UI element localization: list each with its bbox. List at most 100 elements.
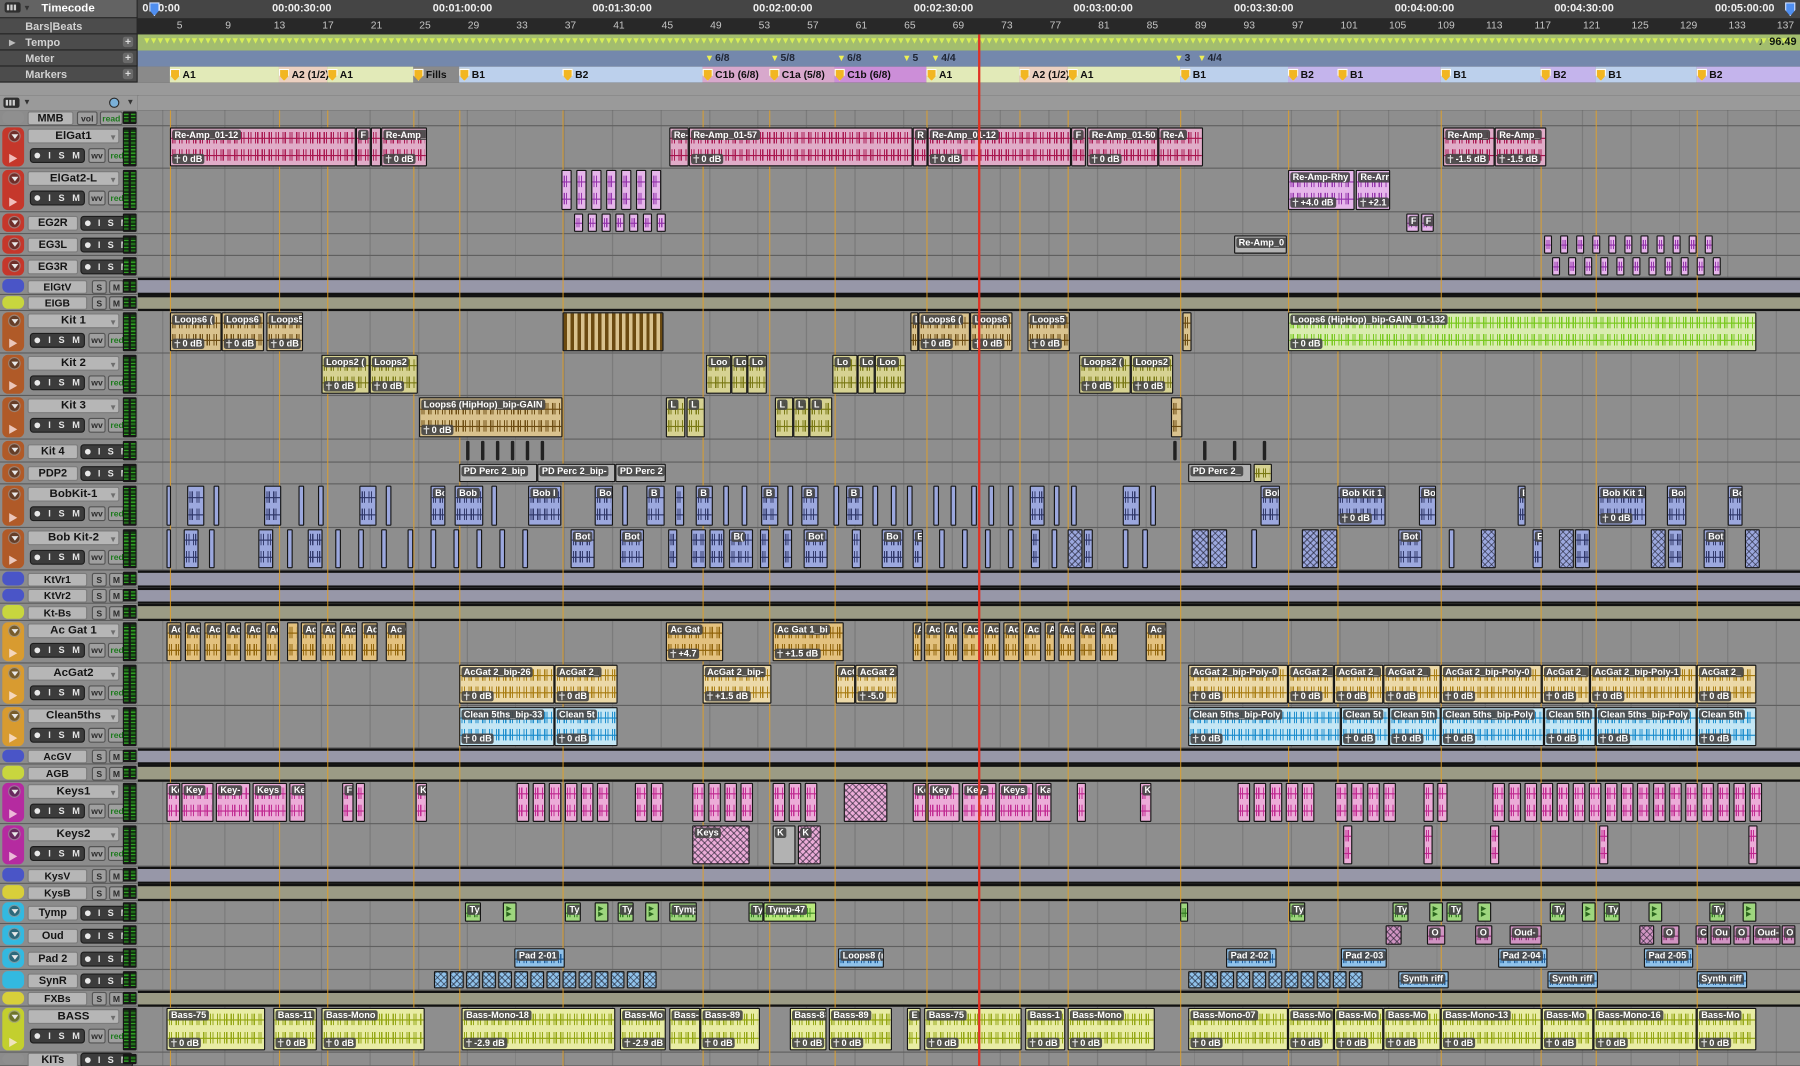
audio-clip[interactable] — [773, 783, 786, 822]
audio-clip[interactable]: Bo — [882, 529, 904, 568]
audio-clip[interactable]: Ac ( — [340, 622, 357, 661]
audio-clip[interactable] — [184, 529, 199, 568]
audio-clip[interactable] — [526, 441, 529, 461]
track-lane[interactable]: Pad 2-01Loops8 (rPad 2-02Pad 2-03Pad 2-0… — [138, 947, 1800, 970]
track-play-icon[interactable] — [9, 734, 17, 743]
audio-clip[interactable]: Bass-Mo0 dB — [1334, 1008, 1383, 1050]
audio-clip[interactable]: Bo — [595, 486, 613, 526]
audio-clip[interactable]: Key — [928, 783, 960, 822]
audio-clip[interactable]: ▶▶ — [595, 902, 609, 922]
audio-clip[interactable]: Loops8 (r — [838, 948, 884, 968]
audio-clip[interactable]: Re-Amp_0 — [1234, 235, 1287, 253]
track-lane[interactable]: KeKeyKey-KeysKeFKKeKeyKey-KeysKaK — [138, 782, 1800, 824]
audio-clip[interactable] — [264, 486, 281, 526]
track-lane[interactable]: Loops2 (0 dBLoops20 dBLooLoLoLoLoLooLoop… — [138, 354, 1800, 396]
audio-clip[interactable] — [1071, 486, 1077, 526]
record-enable-button[interactable] — [85, 242, 91, 248]
audio-clip[interactable] — [1490, 825, 1499, 864]
record-enable-button[interactable] — [35, 690, 41, 696]
audio-clip[interactable]: B( — [729, 529, 753, 568]
mute-button[interactable]: M — [72, 335, 80, 345]
audio-clip[interactable]: Bass-10 dB — [1025, 1008, 1065, 1050]
audio-clip[interactable] — [1640, 235, 1648, 253]
audio-clip[interactable]: AcGat 2-5.0 — [855, 665, 897, 704]
audio-clip[interactable] — [476, 529, 482, 568]
audio-clip[interactable]: Bass-Mo-2.9 dB — [620, 1008, 666, 1050]
solo-button[interactable]: S — [108, 953, 114, 963]
audio-clip[interactable] — [1123, 486, 1140, 526]
audio-clip[interactable]: Synth riff — [1697, 971, 1748, 988]
audio-clip[interactable] — [1749, 783, 1762, 822]
audio-clip[interactable] — [891, 486, 897, 526]
audio-clip[interactable] — [1616, 257, 1624, 275]
track-name[interactable]: FXBs — [28, 992, 88, 1006]
audio-clip[interactable]: F — [1406, 214, 1419, 232]
audio-clip[interactable] — [1343, 825, 1352, 864]
audio-clip[interactable]: Bot — [1398, 529, 1422, 568]
audio-clip[interactable]: L — [910, 312, 918, 351]
audio-clip[interactable]: Bot — [620, 529, 644, 568]
waveform-view-button[interactable]: wv — [88, 506, 105, 521]
audio-clip[interactable] — [1544, 235, 1552, 253]
track-name[interactable]: Kit 3▼ — [28, 398, 120, 413]
audio-clip[interactable] — [760, 529, 769, 568]
track-lane[interactable]: Re-Amp-Rhy+4.0 dBRe-Arr+2.1 — [138, 169, 1800, 213]
audio-clip[interactable]: L — [793, 397, 809, 437]
audio-clip[interactable] — [1286, 783, 1299, 822]
track-name[interactable]: Kt-Bs — [28, 606, 88, 620]
audio-clip[interactable] — [1233, 441, 1236, 461]
audio-clip[interactable]: Lo — [747, 355, 767, 394]
audio-clip[interactable]: Re-A — [1158, 127, 1203, 166]
track-name[interactable]: ElGat2-L▼ — [28, 171, 120, 186]
audio-clip[interactable] — [1624, 235, 1632, 253]
audio-clip[interactable] — [1008, 529, 1014, 568]
audio-clip[interactable]: E — [907, 1008, 921, 1050]
track-name[interactable]: AcGV — [28, 750, 88, 764]
input-monitor-button[interactable]: I — [98, 240, 101, 250]
audio-clip[interactable] — [708, 783, 721, 822]
audio-clip[interactable]: Synth riff — [1547, 971, 1598, 988]
input-monitor-button[interactable]: I — [48, 509, 51, 519]
track-lane[interactable] — [138, 295, 1800, 311]
audio-clip[interactable]: Bo — [1419, 486, 1436, 526]
record-enable-button[interactable] — [35, 422, 41, 428]
audio-clip[interactable] — [833, 486, 839, 526]
record-enable-button[interactable] — [35, 380, 41, 386]
track-name[interactable]: BASS▼ — [28, 1009, 120, 1024]
audio-clip[interactable] — [1568, 257, 1576, 275]
audio-clip[interactable] — [187, 486, 204, 526]
add-marker-button[interactable]: + — [123, 69, 133, 79]
audio-clip[interactable] — [1705, 235, 1713, 253]
track-options-button[interactable] — [8, 357, 21, 370]
track-options-button[interactable] — [8, 172, 21, 185]
marker-flag[interactable]: B2 — [1697, 68, 1723, 82]
solo-button[interactable]: S — [108, 218, 114, 228]
solo-button[interactable]: S — [108, 930, 114, 940]
audio-clip[interactable]: Loo — [875, 355, 906, 394]
audio-clip[interactable]: AcGat 2_0 dB — [554, 665, 617, 704]
audio-clip[interactable]: Bo — [430, 486, 445, 526]
audio-clip[interactable]: F — [356, 127, 371, 166]
audio-clip[interactable]: Ac Gat+4.7 — [666, 622, 723, 661]
audio-clip[interactable] — [709, 529, 724, 568]
solo-button[interactable]: S — [92, 766, 107, 780]
record-enable-button[interactable] — [35, 153, 41, 159]
mute-button[interactable]: M — [72, 420, 80, 430]
audio-clip[interactable]: AcGat 2_bip-260 dB — [459, 665, 554, 704]
audio-clip[interactable] — [498, 971, 512, 988]
track-view-dropdown-icon[interactable]: ▼ — [109, 402, 117, 413]
audio-clip[interactable] — [1031, 529, 1040, 568]
audio-clip[interactable]: L — [686, 397, 704, 437]
audio-clip[interactable]: B — [801, 486, 818, 526]
marker-flag[interactable]: A1 — [1068, 68, 1094, 82]
audio-clip[interactable] — [1541, 783, 1554, 822]
audio-clip[interactable]: Bass-Mo0 dB — [1697, 1008, 1757, 1050]
audio-clip[interactable]: Re-Amp_-1.5 dB — [1443, 127, 1495, 166]
solo-button[interactable]: S — [108, 1054, 114, 1064]
audio-clip[interactable] — [1333, 971, 1347, 988]
audio-clip[interactable] — [962, 529, 968, 568]
waveform-view-button[interactable]: wv — [88, 685, 105, 700]
audio-clip[interactable] — [1592, 235, 1600, 253]
audio-clip[interactable] — [1449, 529, 1455, 568]
mute-button[interactable]: M — [72, 806, 80, 816]
